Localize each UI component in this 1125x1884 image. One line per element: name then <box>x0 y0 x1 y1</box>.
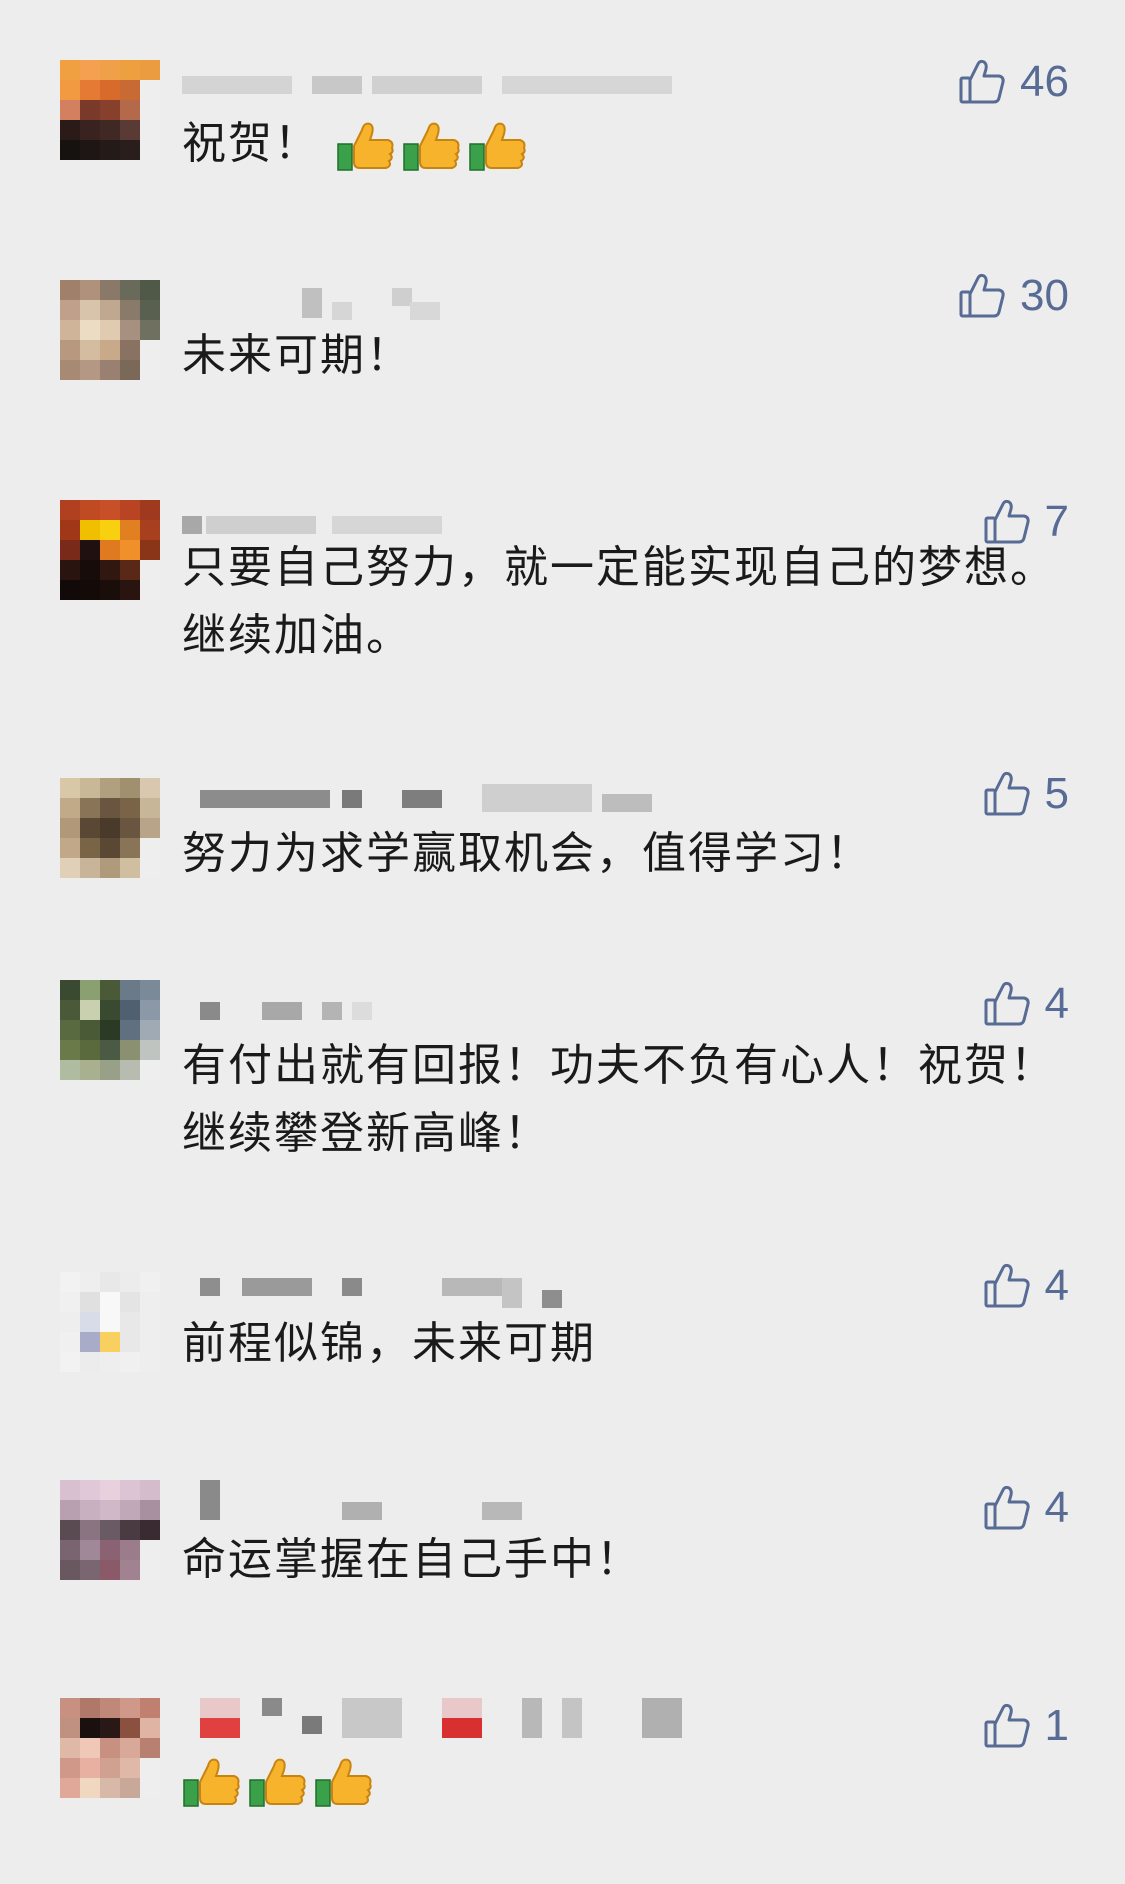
comment-item: 命运掌握在自己手中！ 4 <box>0 1478 1125 1608</box>
commenter-name-blurred[interactable] <box>182 1270 722 1314</box>
comment-text: 有付出就有回报！功夫不负有心人！祝贺！继续攀登新高峰！ <box>182 1040 1056 1159</box>
comment-item: 1 <box>0 1696 1125 1826</box>
avatar[interactable] <box>60 980 160 1080</box>
like-button[interactable]: 30 <box>958 266 1069 326</box>
avatar[interactable] <box>60 1272 160 1372</box>
thumbs-up-outline-icon <box>959 273 1005 318</box>
like-button[interactable]: 1 <box>983 1696 1069 1756</box>
avatar[interactable] <box>60 778 160 878</box>
like-button[interactable]: 4 <box>983 974 1069 1034</box>
thumbs-up-outline-icon <box>984 771 1030 816</box>
like-count: 4 <box>1044 979 1069 1028</box>
thumbs-up-outline-icon <box>984 981 1030 1026</box>
emoji-row <box>336 118 534 174</box>
comment-text: 努力为求学赢取机会，值得学习！ <box>182 828 872 879</box>
commenter-name-blurred[interactable] <box>182 280 722 324</box>
comment-text: 只要自己努力，就一定能实现自己的梦想。继续加油。 <box>182 542 1056 661</box>
like-count: 4 <box>1044 1261 1069 1310</box>
like-button[interactable]: 4 <box>983 1478 1069 1538</box>
like-count: 30 <box>1020 271 1069 320</box>
like-button[interactable]: 46 <box>958 52 1069 112</box>
comment-text: 前程似锦，未来可期 <box>182 1318 596 1369</box>
comment-item: 只要自己努力，就一定能实现自己的梦想。继续加油。 7 <box>0 492 1125 672</box>
avatar[interactable] <box>60 1480 160 1580</box>
like-count: 7 <box>1044 497 1069 546</box>
thumbs-up-emoji-icon <box>183 1758 240 1807</box>
commenter-name-blurred[interactable] <box>182 990 722 1034</box>
commenter-name-blurred[interactable] <box>182 62 722 106</box>
like-count: 1 <box>1044 1701 1069 1750</box>
comment-text: 命运掌握在自己手中！ <box>182 1534 642 1585</box>
thumbs-up-emoji-icon <box>337 122 394 171</box>
avatar[interactable] <box>60 500 160 600</box>
commenter-name-blurred[interactable] <box>182 1696 722 1740</box>
avatar[interactable] <box>60 60 160 160</box>
avatar[interactable] <box>60 1698 160 1798</box>
thumbs-up-emoji-icon <box>315 1758 372 1807</box>
like-button[interactable]: 7 <box>983 492 1069 552</box>
like-button[interactable]: 4 <box>983 1256 1069 1316</box>
thumbs-up-emoji-icon <box>249 1758 306 1807</box>
thumbs-up-outline-icon <box>984 499 1030 544</box>
thumbs-up-outline-icon <box>984 1703 1030 1748</box>
like-count: 4 <box>1044 1483 1069 1532</box>
comment-text: 祝贺！ <box>182 110 1062 178</box>
thumbs-up-outline-icon <box>984 1485 1030 1530</box>
comment-item: 努力为求学赢取机会，值得学习！ 5 <box>0 769 1125 900</box>
comment-item: 祝贺！ 46 <box>0 52 1125 202</box>
emoji-row <box>182 1754 380 1810</box>
like-count: 5 <box>1044 769 1069 818</box>
thumbs-up-outline-icon <box>959 59 1005 104</box>
thumbs-up-outline-icon <box>984 1263 1030 1308</box>
thumbs-up-emoji-icon <box>403 122 460 171</box>
comment-item: 前程似锦，未来可期 4 <box>0 1261 1125 1392</box>
comment-text: 未来可期！ <box>182 330 412 381</box>
avatar[interactable] <box>60 280 160 380</box>
commenter-name-blurred[interactable] <box>182 778 722 822</box>
comment-item: 未来可期！ 30 <box>0 271 1125 402</box>
comment-item: 有付出就有回报！功夫不负有心人！祝贺！继续攀登新高峰！ 4 <box>0 979 1125 1160</box>
comment-text <box>182 1746 1062 1814</box>
thumbs-up-emoji-icon <box>469 122 526 171</box>
like-count: 46 <box>1020 57 1069 106</box>
commenter-name-blurred[interactable] <box>182 1478 722 1522</box>
like-button[interactable]: 5 <box>983 764 1069 824</box>
